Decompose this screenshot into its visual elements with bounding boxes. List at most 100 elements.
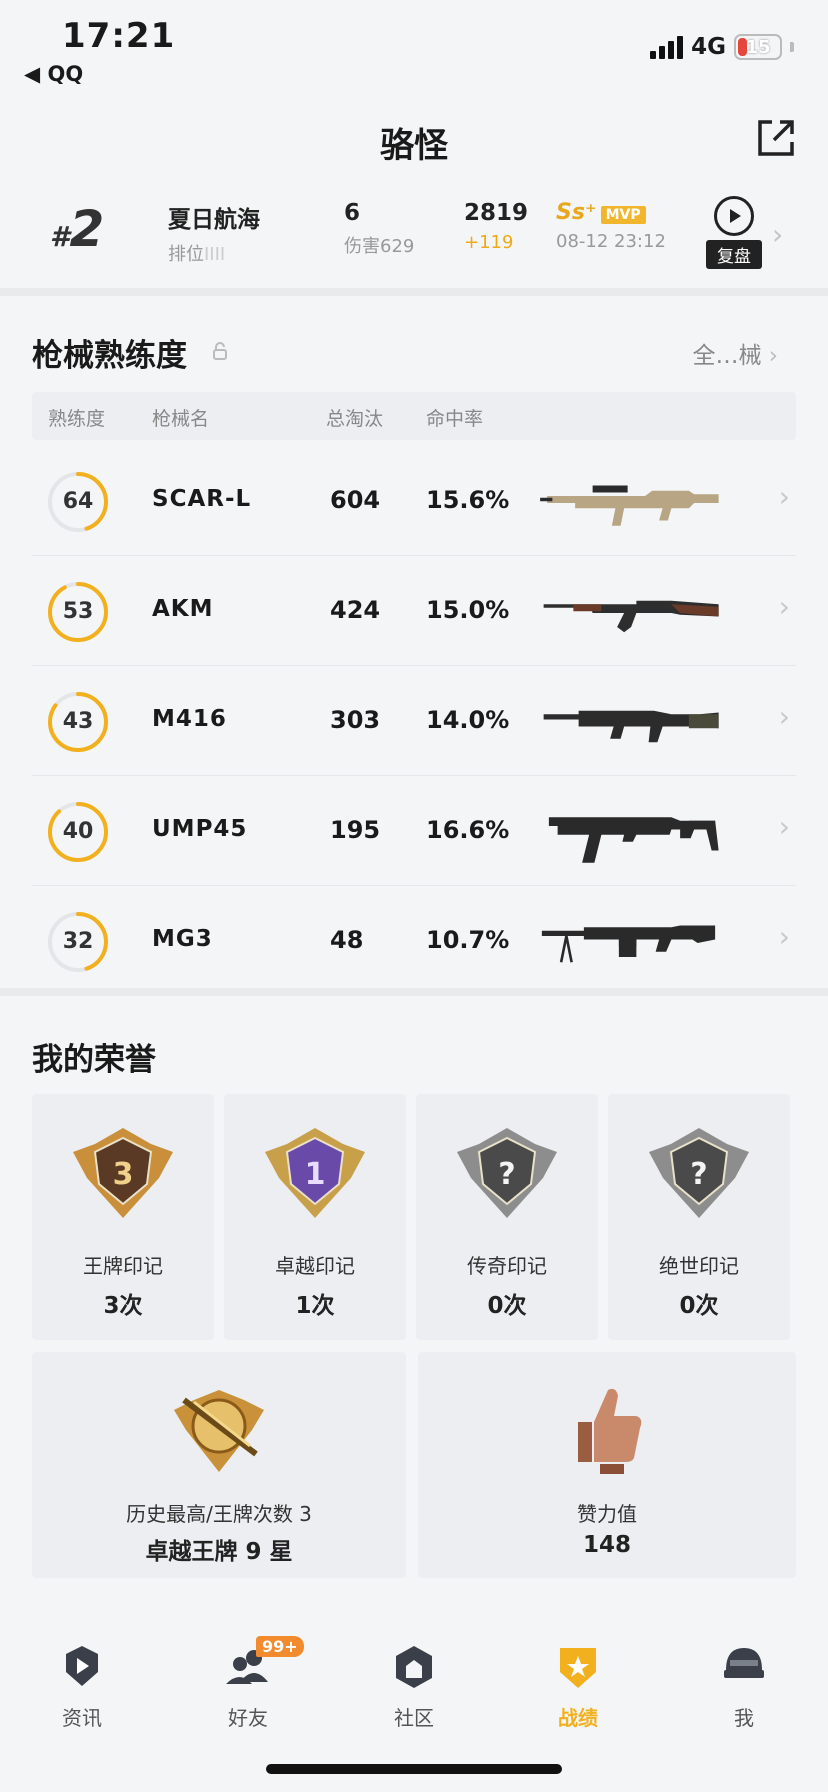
scar-l-rifle-icon [540, 485, 719, 526]
replay-label: 复盘 [706, 240, 762, 269]
honor-mark-count: 1次 [295, 1293, 335, 1319]
signal-icon [650, 35, 684, 59]
chevron-right-icon: › [778, 590, 790, 623]
m416-rifle-icon [543, 710, 719, 743]
honor-mark-card[interactable]: 1 卓越印记 1次 [224, 1094, 406, 1340]
header-hit-rate: 命中率 [426, 408, 484, 430]
honor-mark-label: 王牌印记 [83, 1254, 163, 1278]
best-rank-label: 历史最高/王牌次数 3 [126, 1502, 312, 1526]
mg3-machinegun-icon [541, 925, 716, 963]
proficiency-value: 43 [62, 709, 94, 734]
match-kills-value: 6 [344, 200, 361, 226]
replay-icon [714, 196, 754, 236]
honor-mark-count: 0次 [487, 1293, 527, 1319]
honor-mark-label: 传奇印记 [467, 1254, 547, 1278]
svg-text:?: ? [498, 1157, 515, 1192]
chevron-right-icon: › [778, 480, 790, 513]
weapon-kills: 195 [330, 816, 381, 844]
proficiency-value: 53 [62, 599, 94, 624]
battery-icon: 15 [734, 34, 782, 60]
weapon-hit-rate: 14.0% [426, 706, 510, 734]
home-indicator [266, 1764, 562, 1774]
nav-label: 战绩 [558, 1706, 598, 1730]
match-mode: 夏日航海 排位ⵏⵏⵏⵏ [168, 200, 260, 266]
honor-mark-card[interactable]: 3 王牌印记 3次 [32, 1094, 214, 1340]
nav-item[interactable]: 战绩 [518, 1610, 638, 1731]
nav-item[interactable]: 好友 99+ [188, 1610, 308, 1731]
match-score-value: 2819 [464, 200, 529, 226]
weapon-name: MG3 [152, 926, 213, 952]
share-icon[interactable] [756, 118, 796, 158]
replay-button[interactable]: 复盘 [706, 196, 762, 269]
weapon-row[interactable]: 53 AKM 424 15.0% › [32, 556, 796, 666]
nav-label: 好友 [228, 1706, 268, 1730]
weapon-kills: 604 [330, 486, 381, 514]
honor-mark-count: 3次 [103, 1293, 143, 1319]
weapon-section-title: 枪械熟练度 [32, 338, 187, 374]
chevron-right-icon: › [778, 700, 790, 733]
weapon-hit-rate: 15.0% [426, 596, 510, 624]
honor-mark-label: 卓越印记 [275, 1254, 355, 1278]
best-rank-value: 卓越王牌 9 星 [145, 1539, 293, 1565]
ace-mark-3-icon: 3 [73, 1128, 173, 1218]
weapon-kills: 303 [330, 706, 381, 734]
likes-value: 148 [582, 1532, 631, 1558]
section-divider [0, 288, 828, 296]
likes-card[interactable]: 赞力值 148 [418, 1352, 796, 1578]
weapon-hit-rate: 16.6% [426, 816, 510, 844]
nav-item[interactable]: 我 [684, 1610, 804, 1731]
chevron-right-icon: › [778, 810, 790, 843]
mvp-badge: MVP [600, 205, 646, 224]
best-rank-emblem-icon [174, 1390, 264, 1472]
match-damage: 伤害629 [344, 236, 415, 257]
notification-badge: 99+ [256, 1636, 304, 1657]
header-kills: 总淘汰 [326, 408, 384, 430]
svg-text:1: 1 [305, 1157, 326, 1192]
match-rating: Ss⁺ MVP 08-12 23:12 [556, 200, 666, 252]
news-icon [66, 1646, 98, 1686]
honor-mark-label: 绝世印记 [659, 1254, 739, 1278]
nav-label: 我 [734, 1706, 754, 1730]
nav-item[interactable]: 社区 [354, 1610, 474, 1731]
honor-section-title: 我的荣誉 [32, 1042, 156, 1078]
back-to-app-link[interactable]: ◀ QQ [24, 62, 83, 86]
match-time: 08-12 23:12 [556, 231, 666, 252]
thumbs-up-icon [578, 1388, 642, 1474]
weapon-row[interactable]: 64 SCAR-L 604 15.6% › [32, 446, 796, 556]
battery-level: 15 [745, 36, 771, 58]
weapon-kills: 424 [330, 596, 381, 624]
nav-label: 社区 [394, 1706, 434, 1730]
weapon-name: SCAR-L [152, 486, 252, 512]
honor-mark-card[interactable]: ? 绝世印记 0次 [608, 1094, 790, 1340]
nav-item[interactable]: 资讯 [22, 1610, 142, 1731]
status-bar: 17:21 ◀ QQ 4G 15 [0, 0, 828, 96]
weapon-row[interactable]: 32 MG3 48 10.7% › [32, 886, 796, 996]
match-score: 2819 +119 [464, 200, 528, 253]
excellence-mark-1-icon: 1 [265, 1128, 365, 1218]
best-rank-card[interactable]: 历史最高/王牌次数 3 卓越王牌 9 星 [32, 1352, 406, 1578]
honor-mark-count: 0次 [679, 1293, 719, 1319]
match-mode-name: 夏日航海 [168, 207, 260, 233]
akm-rifle-icon [543, 600, 719, 633]
section-divider [0, 988, 828, 996]
chevron-right-icon: › [778, 920, 790, 953]
proficiency-value: 64 [62, 489, 94, 514]
match-rank: #2 [50, 200, 105, 258]
svg-text:3: 3 [113, 1157, 134, 1192]
weapon-row[interactable]: 43 M416 303 14.0% › [32, 666, 796, 776]
peerless-mark-locked-icon: ? [649, 1128, 749, 1218]
match-kills: 6 伤害629 [344, 200, 414, 258]
profile-helmet-icon [724, 1648, 764, 1678]
page-title: 骆怪 [380, 126, 448, 166]
lock-icon [213, 342, 227, 360]
proficiency-value: 32 [62, 929, 94, 954]
match-mode-sub: 排位ⵏⵏⵏⵏ [168, 244, 226, 265]
community-icon [396, 1646, 432, 1688]
network-type: 4G [691, 34, 726, 60]
see-all-weapons-link[interactable]: 全…械 › [692, 336, 778, 370]
weapon-name: M416 [152, 706, 227, 732]
honor-mark-card[interactable]: ? 传奇印记 0次 [416, 1094, 598, 1340]
weapon-row[interactable]: 40 UMP45 195 16.6% › [32, 776, 796, 886]
status-time: 17:21 [62, 16, 176, 56]
recent-match-row[interactable]: #2 夏日航海 排位ⵏⵏⵏⵏ 6 伤害629 2819 +119 Ss⁺ MVP … [0, 190, 828, 290]
